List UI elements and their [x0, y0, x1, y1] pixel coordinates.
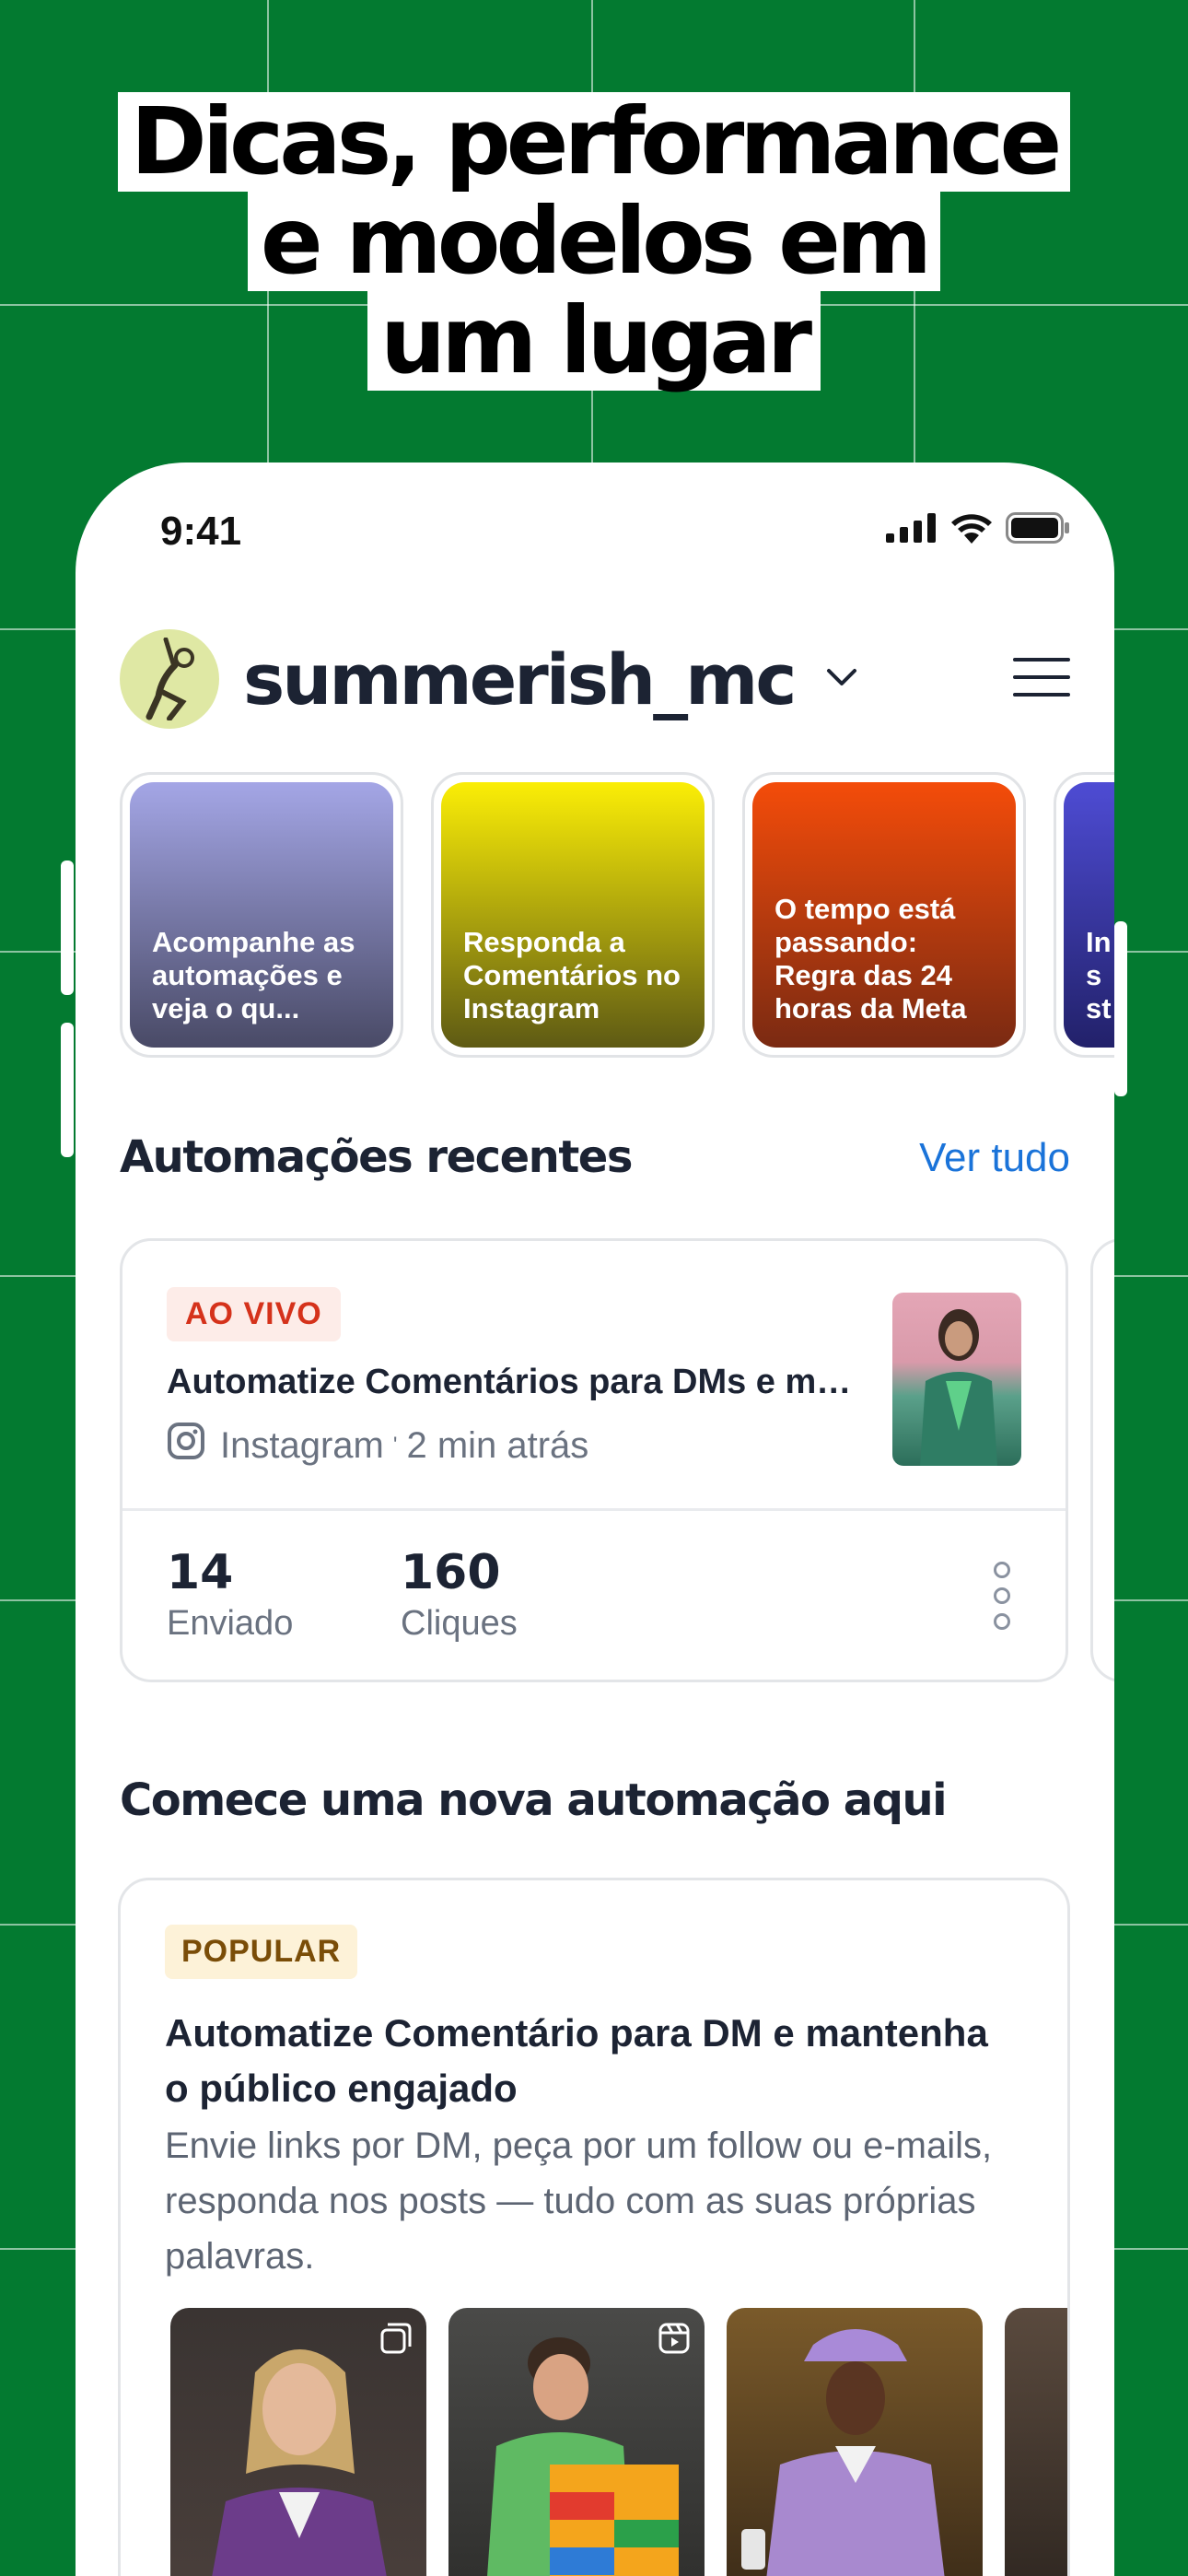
story-text: Ins st [1086, 926, 1112, 1025]
example-image-man-phone[interactable] [727, 2308, 983, 2576]
phone-frame: 9:41 summerish_mc Acompanhe as automaçõe… [76, 463, 1114, 2576]
wifi-icon [950, 512, 993, 548]
automation-meta: Instagram ' 2 min atrás [167, 1422, 588, 1469]
live-badge: AO VIVO [167, 1287, 341, 1341]
hamburger-menu-icon[interactable] [1013, 656, 1070, 703]
template-description: Envie links por DM, peça por um follow o… [165, 2125, 993, 2277]
stat-sent: 14 Enviado [167, 1545, 293, 1644]
sent-value: 14 [167, 1545, 234, 1600]
story-card-reply-comments[interactable]: Responda a Comentários no Instagram [431, 772, 715, 1058]
new-automation-title: Comece uma nova automação aqui [120, 1774, 948, 1826]
headline-line-1: Dicas, performance [117, 92, 1071, 192]
popular-badge: POPULAR [165, 1925, 358, 1979]
tips-stories-row: Acompanhe as automações e veja o qu... R… [120, 772, 1114, 1058]
story-card-partial[interactable]: Ins st [1054, 772, 1114, 1058]
story-text: Acompanhe as automações e veja o qu... [152, 926, 355, 1025]
chevron-down-icon[interactable] [825, 666, 858, 693]
example-image-woman[interactable] [170, 2308, 426, 2576]
automation-thumbnail [892, 1293, 1021, 1466]
story-card-tracking[interactable]: Acompanhe as automações e veja o qu... [120, 772, 403, 1058]
story-text: O tempo está passando: Regra das 24 hora… [775, 893, 967, 1025]
cellular-signal-icon [886, 513, 938, 547]
headline-line-3: um lugar [367, 291, 821, 391]
automation-platform: Instagram [220, 1424, 384, 1466]
automation-time: 2 min atrás [406, 1424, 589, 1466]
story-text: Responda a Comentários no Instagram [463, 926, 681, 1025]
account-header: summerish_mc [120, 628, 1070, 730]
reels-icon [658, 2323, 690, 2359]
more-options-icon[interactable] [992, 1562, 1012, 1630]
story-card-24h-rule[interactable]: O tempo está passando: Regra das 24 hora… [742, 772, 1026, 1058]
automation-title: Automatize Comentários para DMs e man... [167, 1363, 867, 1401]
status-bar: 9:41 [76, 499, 1114, 564]
status-time: 9:41 [160, 509, 242, 554]
card-divider [122, 1508, 1066, 1511]
recent-automations-title: Automações recentes [120, 1131, 633, 1183]
template-examples-row [170, 2308, 1067, 2576]
see-all-link[interactable]: Ver tudo [919, 1135, 1070, 1181]
account-username[interactable]: summerish_mc [243, 638, 797, 720]
meta-separator: ' [392, 1433, 398, 1458]
phone-volume-down-button [61, 1023, 74, 1157]
template-card[interactable]: POPULAR Automatize Comentário para DM e … [118, 1878, 1070, 2576]
example-image-man-blocks[interactable] [448, 2308, 705, 2576]
phone-volume-up-button [61, 861, 74, 995]
template-title: Automatize Comentário para DM e mantenha… [165, 2011, 988, 2110]
promo-headline: Dicas, performance e modelos em um lugar [0, 92, 1188, 391]
clicks-label: Cliques [401, 1604, 518, 1643]
instagram-icon [167, 1422, 205, 1469]
stat-clicks: 160 Cliques [401, 1545, 518, 1644]
phone-power-button [1114, 921, 1127, 1096]
sent-label: Enviado [167, 1604, 294, 1643]
headline-line-2: e modelos em [247, 192, 941, 291]
battery-icon [1006, 512, 1070, 548]
clicks-value: 160 [401, 1545, 501, 1600]
avatar[interactable] [120, 629, 219, 729]
automation-card[interactable]: AO VIVO Automatize Comentários para DMs … [120, 1238, 1068, 1682]
carousel-icon [380, 2323, 412, 2359]
next-automation-card-peek[interactable] [1090, 1238, 1114, 1682]
example-image-partial[interactable] [1005, 2308, 1067, 2576]
